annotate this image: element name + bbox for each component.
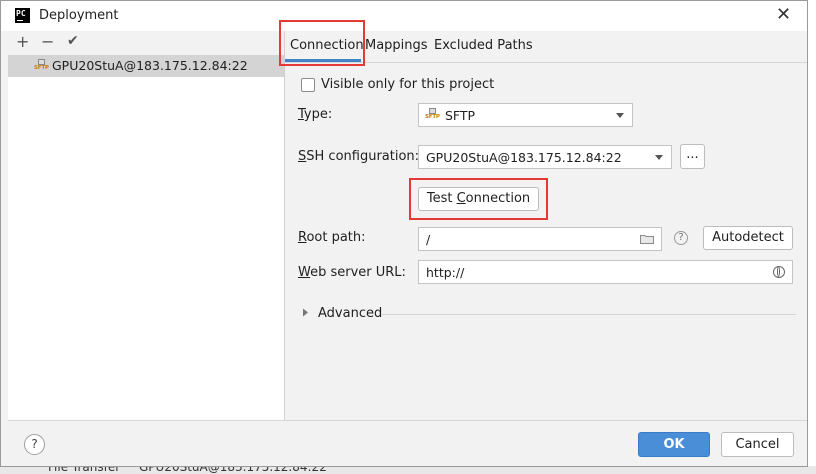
chevron-down-icon: [616, 113, 624, 118]
type-select-value: SFTP: [445, 108, 476, 123]
advanced-section-label[interactable]: Advanced: [318, 306, 382, 321]
root-path-label: Root path:: [298, 230, 366, 245]
dialog-title: Deployment: [39, 8, 119, 23]
type-label: Type:: [298, 107, 333, 122]
apply-check-icon[interactable]: ✔: [67, 33, 79, 49]
root-path-value: /: [426, 232, 431, 247]
advanced-separator: [381, 314, 796, 315]
close-icon[interactable]: ✕: [776, 5, 791, 25]
globe-icon[interactable]: [773, 266, 785, 278]
background-server-text: GPU20StuA@183.175.12.84:22: [139, 466, 327, 474]
web-server-url-label: Web server URL:: [298, 265, 406, 280]
ssh-configuration-label: SSH configuration:: [298, 149, 420, 164]
visible-only-checkbox[interactable]: [301, 78, 315, 92]
title-bar: PC Deployment ✕: [1, 1, 807, 31]
background-file-transfer-text: File Transfer: [48, 466, 121, 474]
help-icon[interactable]: ?: [24, 434, 45, 455]
visible-only-label: Visible only for this project: [321, 77, 495, 92]
server-name-label: GPU20StuA@183.175.12.84:22: [52, 58, 248, 73]
tab-excluded-paths[interactable]: Excluded Paths: [434, 38, 533, 53]
add-server-button[interactable]: +: [16, 32, 29, 51]
sftp-type-icon: SFTP: [425, 108, 440, 122]
background-window-strip: File Transfer GPU20StuA@183.175.12.84:22: [0, 466, 816, 474]
server-list-toolbar: + − ✔: [8, 31, 284, 55]
tab-mappings[interactable]: Mappings: [365, 38, 428, 53]
connection-tab-highlight-box: [279, 20, 365, 66]
pycharm-app-icon: PC: [15, 8, 30, 23]
web-server-url-input[interactable]: http://: [418, 260, 793, 284]
ok-button[interactable]: OK: [638, 432, 710, 457]
root-path-input[interactable]: /: [418, 227, 662, 251]
ssh-configuration-browse-button[interactable]: ...: [680, 144, 705, 169]
type-select[interactable]: SFTP SFTP: [418, 103, 633, 127]
remove-server-button[interactable]: −: [41, 32, 54, 51]
web-server-url-value: http://: [426, 265, 465, 280]
cancel-button[interactable]: Cancel: [721, 432, 794, 457]
expand-chevron-right-icon[interactable]: [302, 308, 309, 317]
ssh-configuration-value: GPU20StuA@183.175.12.84:22: [426, 150, 622, 165]
test-connection-highlight-box: [409, 178, 548, 220]
autodetect-button[interactable]: Autodetect: [703, 226, 793, 250]
footer-separator: [8, 420, 807, 421]
deployment-dialog: PC Deployment ✕ + − ✔ SFTP GPU20StuA@183…: [0, 0, 808, 467]
folder-icon[interactable]: [640, 234, 654, 244]
root-path-help-icon[interactable]: ?: [674, 231, 688, 245]
ssh-configuration-select[interactable]: GPU20StuA@183.175.12.84:22: [418, 145, 672, 169]
sftp-server-icon: SFTP: [34, 59, 49, 73]
server-list-item[interactable]: SFTP GPU20StuA@183.175.12.84:22: [8, 55, 284, 77]
server-list-pane: + − ✔ SFTP GPU20StuA@183.175.12.84:22: [8, 31, 285, 420]
chevron-down-icon: [655, 155, 663, 160]
